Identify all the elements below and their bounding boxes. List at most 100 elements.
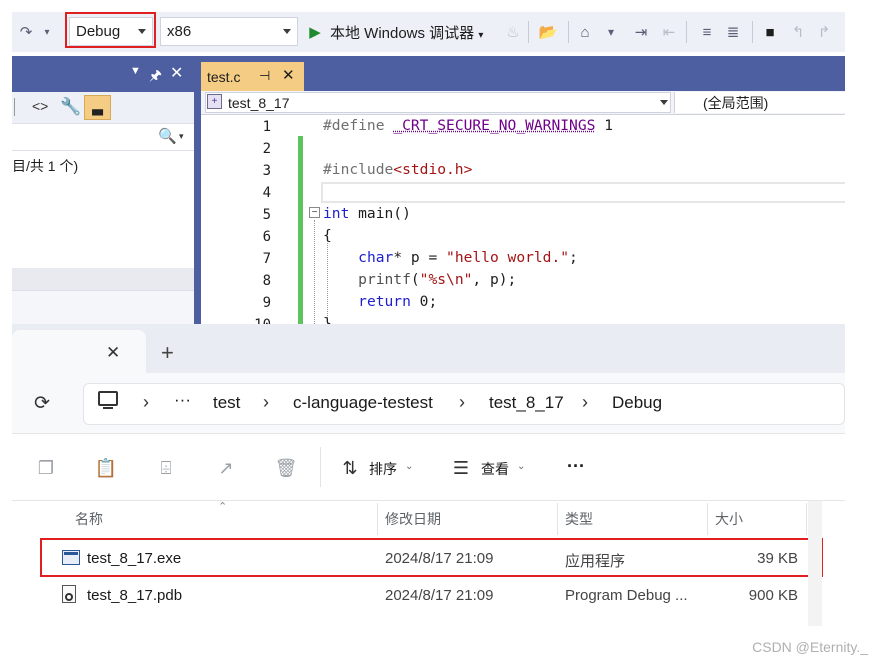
solution-explorer-footer xyxy=(12,290,194,324)
new-tab-icon[interactable]: + xyxy=(161,340,174,366)
solution-explorer-title-bar: ▼ 🖈 ✕ xyxy=(12,56,194,92)
platform-select[interactable]: x86 xyxy=(160,17,298,46)
fold-guide xyxy=(314,220,315,324)
file-size: 900 KB xyxy=(748,587,798,604)
dropdown-icon[interactable]: ▾ xyxy=(40,20,54,44)
chevron-down-icon: ⌄ xyxy=(405,461,414,472)
chevron-down-icon[interactable]: ▾ xyxy=(179,131,184,142)
debug-highlight-box xyxy=(65,12,156,48)
sort-icon[interactable]: ⇅ xyxy=(337,455,363,481)
close-icon[interactable]: ✕ xyxy=(170,63,183,83)
code-line: { xyxy=(323,227,332,244)
toolbar-separator xyxy=(528,21,529,43)
toolbar-separator xyxy=(14,98,15,116)
code-view-icon[interactable]: <> xyxy=(32,98,48,114)
view-icon[interactable]: ☰ xyxy=(448,455,474,481)
bookmark-icon[interactable]: ■ xyxy=(760,20,780,44)
line-number: 7 xyxy=(262,251,271,267)
share-icon[interactable]: ↗ xyxy=(213,455,239,481)
indent-icon[interactable]: ⇥ xyxy=(630,20,652,44)
column-divider[interactable] xyxy=(707,503,708,535)
code-line: #define _CRT_SECURE_NO_WARNINGS 1 xyxy=(323,117,613,134)
scope-value: test_8_17 xyxy=(228,94,290,111)
solution-status-text: 目/共 1 个) xyxy=(12,158,79,174)
toolbar-separator xyxy=(568,21,569,43)
close-icon[interactable]: ✕ xyxy=(282,66,295,84)
chevron-down-icon[interactable]: ▼ xyxy=(130,65,141,77)
delete-icon[interactable]: 🗑 xyxy=(273,455,299,481)
prev-bookmark-icon[interactable]: ↰ xyxy=(788,20,808,44)
file-date: 2024/8/17 21:09 xyxy=(385,587,494,604)
play-icon[interactable]: ▶ xyxy=(306,20,324,44)
column-header-size[interactable]: 大小 xyxy=(715,509,743,529)
chevron-down-icon xyxy=(283,29,291,34)
solution-explorer-band xyxy=(12,268,194,290)
line-number: 5 xyxy=(262,207,271,223)
tab-title: test.c xyxy=(207,68,241,85)
breadcrumb-item[interactable]: test xyxy=(213,393,240,413)
code-line: char* p = "hello world."; xyxy=(358,249,578,266)
chevron-right-icon: › xyxy=(582,392,588,412)
breadcrumb-item[interactable]: Debug xyxy=(612,393,662,413)
wrench-icon[interactable]: 🔧 xyxy=(60,97,81,117)
global-scope-select[interactable]: (全局范围) xyxy=(674,92,845,113)
solution-search-box[interactable]: 🔍 ▾ xyxy=(12,124,194,151)
redo-icon[interactable]: ↷ xyxy=(16,20,36,44)
vs-toolbar: ↷ ▾ Debug x86 ▶ 本地 Windows 调试器 ▾ ♨ 📂 ⌂ ▾… xyxy=(12,12,845,52)
file-name[interactable]: test_8_17.pdb xyxy=(87,587,182,604)
breadcrumb-more[interactable]: ··· xyxy=(174,390,191,410)
breadcrumb-item[interactable]: test_8_17 xyxy=(489,393,564,413)
column-header-date[interactable]: 修改日期 xyxy=(385,509,441,529)
column-header-type[interactable]: 类型 xyxy=(565,509,593,529)
chevron-right-icon: › xyxy=(263,392,269,412)
chevron-down-icon[interactable] xyxy=(660,100,668,105)
preview-toggle-icon[interactable]: ▃ xyxy=(84,95,111,120)
next-bookmark-icon[interactable]: ↱ xyxy=(814,20,834,44)
column-header-name[interactable]: 名称 xyxy=(75,509,103,529)
paste-icon[interactable]: 📋 xyxy=(93,455,119,481)
sort-ascending-icon: ⌃ xyxy=(218,501,228,513)
line-number: 8 xyxy=(262,273,271,289)
more-options-button[interactable]: ··· xyxy=(567,456,585,477)
pin-icon[interactable]: ⊣ xyxy=(259,68,270,84)
exe-highlight-box xyxy=(40,538,823,577)
watermark: CSDN @Eternity._ xyxy=(752,639,868,655)
line-number: 10 xyxy=(245,317,271,324)
panel-splitter[interactable] xyxy=(194,56,201,324)
this-pc-icon xyxy=(98,391,118,406)
code-line: return 0; xyxy=(358,293,438,310)
scope-select[interactable]: test_8_17 xyxy=(205,92,671,113)
rename-icon[interactable]: ⌹ xyxy=(153,455,179,481)
vertical-scrollbar[interactable] xyxy=(808,501,822,626)
search-icon[interactable]: 🔍 xyxy=(158,127,177,145)
sort-button[interactable]: 排序 xyxy=(369,459,397,479)
comment-icon[interactable]: ≡ xyxy=(696,20,718,44)
breadcrumb-item[interactable]: c-language-testest xyxy=(293,393,433,413)
toolbar-separator xyxy=(686,21,687,43)
tab-test-c[interactable]: test.c ⊣ ✕ xyxy=(201,62,304,91)
platform-value: x86 xyxy=(167,23,192,40)
run-debugger-button[interactable]: 本地 Windows 调试器 ▾ xyxy=(330,22,483,43)
outdent-icon[interactable]: ⇤ xyxy=(658,20,680,44)
uncomment-icon[interactable]: ≣ xyxy=(722,20,744,44)
copy-icon[interactable]: ❐ xyxy=(33,455,59,481)
pin-icon[interactable]: 🖈 xyxy=(149,65,162,89)
view-button[interactable]: 查看 xyxy=(481,459,509,479)
dropdown-icon[interactable]: ▾ xyxy=(602,20,620,44)
column-divider[interactable] xyxy=(377,503,378,535)
fold-toggle-icon[interactable]: − xyxy=(309,207,320,218)
column-divider[interactable] xyxy=(557,503,558,535)
chevron-down-icon: ▾ xyxy=(478,30,484,41)
code-editor[interactable]: 1 2 3 4 5 6 7 8 9 10 − #define _CRT_SECU… xyxy=(201,116,845,324)
change-indicator xyxy=(298,136,303,324)
hot-reload-icon[interactable]: ♨ xyxy=(504,20,522,44)
this-pc-icon-stand xyxy=(103,407,113,409)
close-icon[interactable]: ✕ xyxy=(106,343,120,363)
refresh-icon[interactable]: ⟳ xyxy=(34,392,50,415)
column-divider[interactable] xyxy=(806,503,807,535)
line-number: 3 xyxy=(262,163,271,179)
find-in-files-icon[interactable]: 📂 xyxy=(536,20,560,44)
home-icon[interactable]: ⌂ xyxy=(574,20,596,44)
explorer-tab[interactable]: ✕ xyxy=(12,330,146,373)
file-type: Program Debug ... xyxy=(565,587,688,604)
